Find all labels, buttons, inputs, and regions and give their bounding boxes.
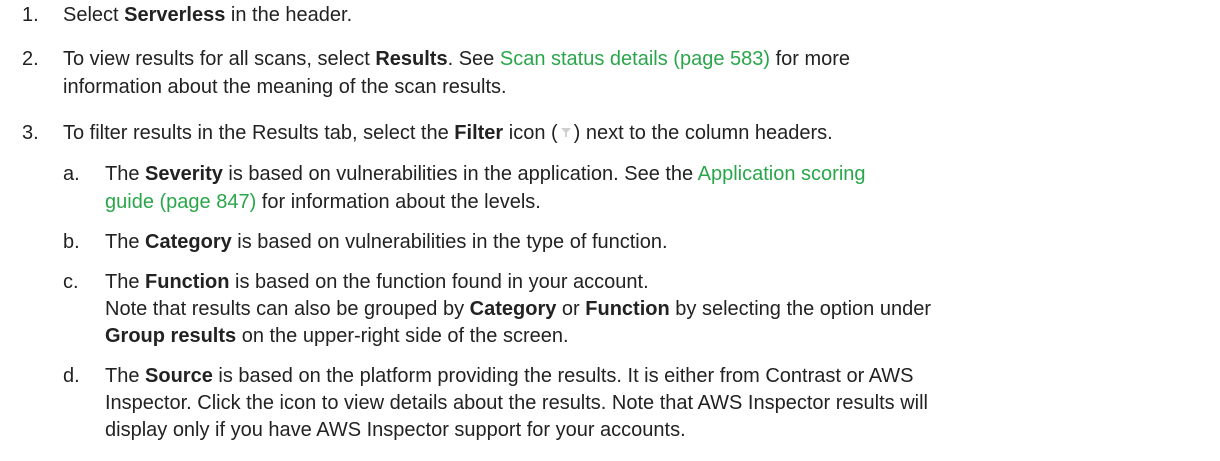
bold-term: Serverless [124,4,226,26]
step-text: To view results for all scans, select Re… [63,48,851,70]
step-letter: d. [63,365,80,387]
step-text: The Function is based on the function fo… [105,271,649,293]
step-text: The Category is based on vulnerabilities… [105,231,668,253]
bold-term: Group results [105,325,237,347]
step-text: The Source is based on the platform prov… [105,365,914,387]
bold-term: Filter [454,122,504,144]
filter-icon [560,128,571,137]
bold-term: Category [145,231,232,253]
document-page: 1. Select Serverless in the header. 2. T… [22,4,932,441]
step-text: Select Serverless in the header. [63,4,353,26]
step-number: 3. [22,122,39,144]
step-letter: b. [63,231,80,253]
bold-term: Results [375,48,448,70]
scoring-guide-link-cont[interactable]: guide (page 847) [105,191,256,213]
bold-term: Source [145,365,213,387]
scan-status-link[interactable]: Scan status details (page 583) [500,48,770,70]
bold-term: Category [469,298,557,320]
step-text: To filter results in the Results tab, se… [63,122,833,144]
step-number: 2. [22,48,39,70]
step-number: 1. [22,4,39,26]
bold-term: Function [585,298,670,320]
scoring-guide-link[interactable]: Application scoring [698,163,866,185]
bold-term: Severity [145,163,223,185]
step-letter: c. [63,271,79,293]
bold-term: Function [145,271,230,293]
step-text: The Severity is based on vulnerabilities… [105,163,866,185]
step-letter: a. [63,163,80,185]
